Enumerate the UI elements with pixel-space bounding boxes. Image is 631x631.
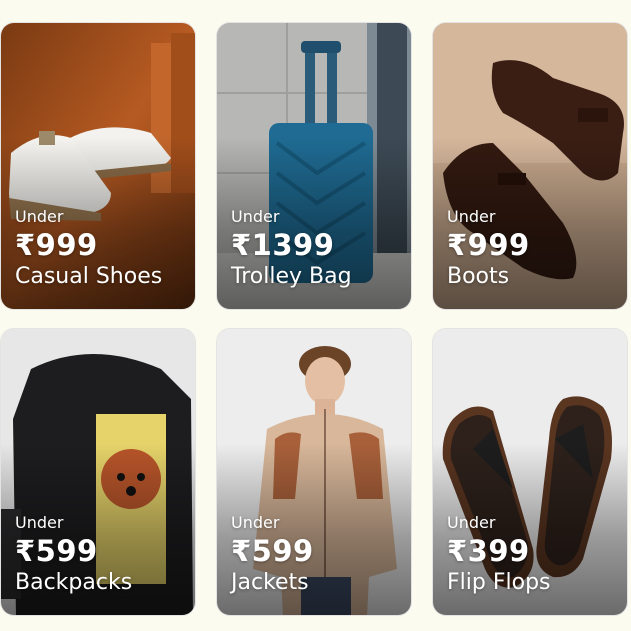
offer-card-casual-shoes[interactable]: Under ₹999 Casual Shoes <box>0 22 196 310</box>
offer-card-flip-flops[interactable]: Under ₹399 Flip Flops <box>432 328 628 616</box>
offer-card-backpacks[interactable]: Under ₹599 Backpacks <box>0 328 196 616</box>
offer-category: Jackets <box>231 570 309 595</box>
offer-under-label: Under <box>447 207 496 226</box>
offer-category: Casual Shoes <box>15 264 163 289</box>
offer-grid: Under ₹999 Casual Shoes Under ₹1399 Trol… <box>0 0 631 631</box>
offer-category: Trolley Bag <box>231 264 352 289</box>
offer-price: ₹999 <box>447 228 530 262</box>
offer-price: ₹599 <box>15 534 98 568</box>
offer-under-label: Under <box>15 207 64 226</box>
offer-category: Boots <box>447 264 510 289</box>
offer-price: ₹399 <box>447 534 530 568</box>
offer-card-jackets[interactable]: Under ₹599 Jackets <box>216 328 412 616</box>
offer-under-label: Under <box>15 513 64 532</box>
offer-under-label: Under <box>231 207 280 226</box>
offer-category: Backpacks <box>15 570 133 595</box>
offer-price: ₹999 <box>15 228 98 262</box>
offer-under-label: Under <box>447 513 496 532</box>
offer-card-boots[interactable]: Under ₹999 Boots <box>432 22 628 310</box>
offer-price: ₹1399 <box>231 228 335 262</box>
offer-price: ₹599 <box>231 534 314 568</box>
offer-category: Flip Flops <box>447 570 551 595</box>
offer-under-label: Under <box>231 513 280 532</box>
offer-card-trolley-bag[interactable]: Under ₹1399 Trolley Bag <box>216 22 412 310</box>
